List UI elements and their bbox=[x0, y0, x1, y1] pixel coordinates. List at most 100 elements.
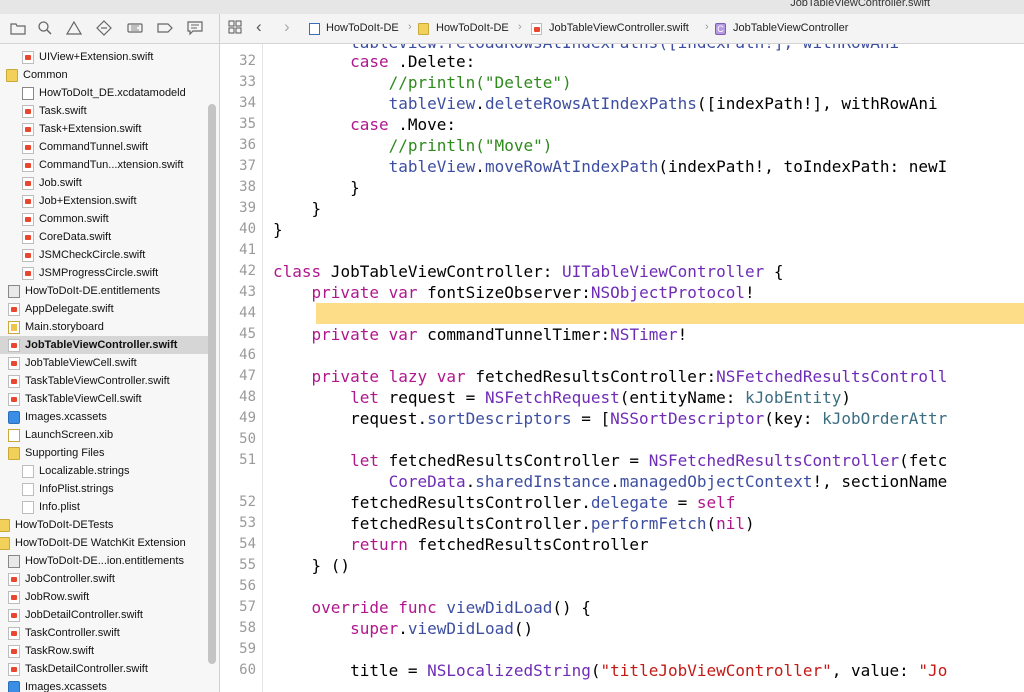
navigator-item[interactable]: TaskController.swift bbox=[0, 624, 210, 642]
jumpbar-crumb-project[interactable]: HowToDoIt-DE bbox=[326, 22, 399, 34]
navigator-item[interactable]: JobTableViewController.swift bbox=[0, 336, 210, 354]
navigator-item[interactable]: Info.plist bbox=[0, 498, 210, 516]
navigator-item[interactable]: HowToDoIt-DE WatchKit Extension bbox=[0, 534, 210, 552]
navigator-item[interactable]: Job.swift bbox=[0, 174, 210, 192]
navigator-item[interactable]: JobTableViewCell.swift bbox=[0, 354, 210, 372]
code-line[interactable]: //println("Delete") bbox=[273, 72, 572, 93]
navigator-item[interactable]: JobDetailController.swift bbox=[0, 606, 210, 624]
navigator-item-label: TaskTableViewController.swift bbox=[25, 375, 170, 387]
code-line[interactable]: } bbox=[273, 219, 283, 240]
navigator-item[interactable]: Common bbox=[0, 66, 210, 84]
navigator-item[interactable]: AppDelegate.swift bbox=[0, 300, 210, 318]
navigator-item[interactable]: Job+Extension.swift bbox=[0, 192, 210, 210]
jumpbar-crumb-class[interactable]: JobTableViewController bbox=[733, 22, 848, 34]
navigator-item[interactable]: CommandTunnel.swift bbox=[0, 138, 210, 156]
code-line[interactable]: } bbox=[273, 198, 322, 219]
navigator-item[interactable]: TaskTableViewCell.swift bbox=[0, 390, 210, 408]
navigator-item[interactable]: TaskDetailController.swift bbox=[0, 660, 210, 678]
navigator-item[interactable]: JobRow.swift bbox=[0, 588, 210, 606]
code-line[interactable]: request.sortDescriptors = [NSSortDescrip… bbox=[273, 408, 947, 429]
navigator-item-label: HowToDoIt-DE...ion.entitlements bbox=[25, 555, 184, 567]
code-line[interactable]: let fetchedResultsController = NSFetched… bbox=[273, 450, 947, 471]
code-line[interactable]: let request = NSFetchRequest(entityName:… bbox=[273, 387, 851, 408]
code-line[interactable]: override func viewDidLoad() { bbox=[273, 597, 591, 618]
navigator-item[interactable]: Supporting Files bbox=[0, 444, 210, 462]
code-line[interactable]: } bbox=[273, 177, 360, 198]
navigator-item-label: CommandTun...xtension.swift bbox=[39, 159, 184, 171]
navigator-item[interactable]: UIView+Extension.swift bbox=[0, 48, 210, 66]
navigator-item[interactable]: JobController.swift bbox=[0, 570, 210, 588]
navigator-item[interactable]: HowToDoIt-DE.entitlements bbox=[0, 282, 210, 300]
report-icon[interactable] bbox=[187, 20, 203, 36]
code-line[interactable]: fetchedResultsController.delegate = self bbox=[273, 492, 735, 513]
navigator-item[interactable]: Images.xcassets bbox=[0, 408, 210, 426]
code-line[interactable]: private var fontSizeObserver:NSObjectPro… bbox=[273, 282, 755, 303]
navigator-item[interactable]: Task+Extension.swift bbox=[0, 120, 210, 138]
navigator-item[interactable]: Localizable.strings bbox=[0, 462, 210, 480]
navigator-item[interactable]: HowToDoIt_DE.xcdatamodeld bbox=[0, 84, 210, 102]
line-number: 36 bbox=[239, 137, 256, 153]
line-number: 55 bbox=[239, 557, 256, 573]
swift-file-icon bbox=[22, 231, 34, 244]
navigator-item[interactable]: Main.storyboard bbox=[0, 318, 210, 336]
line-number: 38 bbox=[239, 179, 256, 195]
navigator-item-label: TaskDetailController.swift bbox=[25, 663, 148, 675]
code-line[interactable]: title = NSLocalizedString("titleJobViewC… bbox=[273, 660, 947, 681]
breakpoint-icon[interactable] bbox=[157, 20, 173, 36]
navigator-item[interactable]: HowToDoIt-DETests bbox=[0, 516, 210, 534]
navigator-item-label: JobTableViewCell.swift bbox=[25, 357, 137, 369]
jumpbar-crumb-group[interactable]: HowToDoIt-DE bbox=[436, 22, 509, 34]
swift-file-icon bbox=[22, 159, 34, 172]
navigator-item[interactable]: TaskRow.swift bbox=[0, 642, 210, 660]
line-number: 50 bbox=[239, 431, 256, 447]
code-line[interactable]: tableView.deleteRowsAtIndexPaths([indexP… bbox=[273, 93, 938, 114]
current-line-highlight bbox=[316, 303, 1024, 324]
chevron-right-icon: › bbox=[408, 21, 412, 33]
navigator-item[interactable]: CoreData.swift bbox=[0, 228, 210, 246]
navigator-scrollbar[interactable] bbox=[208, 104, 216, 664]
folder-icon bbox=[8, 447, 20, 460]
source-editor[interactable]: 32 33 34 35 36 37 38 39 40 41 42 43 44 45 46 47 48 49 50 51… bbox=[220, 44, 1024, 692]
navigator-item-label: Localizable.strings bbox=[39, 465, 130, 477]
navigator-item-label: TaskTableViewCell.swift bbox=[25, 393, 142, 405]
navigator-item-label: LaunchScreen.xib bbox=[25, 429, 114, 441]
navigator-item[interactable]: JSMProgressCircle.swift bbox=[0, 264, 210, 282]
warning-icon[interactable] bbox=[66, 20, 82, 36]
test-diamond-icon[interactable] bbox=[96, 20, 112, 36]
line-number: 32 bbox=[239, 53, 256, 69]
code-line[interactable]: case .Move: bbox=[273, 114, 456, 135]
code-line[interactable]: tableView.moveRowAtIndexPath(indexPath!,… bbox=[273, 156, 948, 177]
navigator-item[interactable]: LaunchScreen.xib bbox=[0, 426, 210, 444]
navigator-item[interactable]: TaskTableViewController.swift bbox=[0, 372, 210, 390]
line-number: 33 bbox=[239, 74, 256, 90]
jumpbar-crumb-file[interactable]: JobTableViewController.swift bbox=[549, 22, 689, 34]
navigator-item[interactable]: JSMCheckCircle.swift bbox=[0, 246, 210, 264]
code-line[interactable]: CoreData.sharedInstance.managedObjectCon… bbox=[273, 471, 948, 492]
navigator-item-label: JSMCheckCircle.swift bbox=[39, 249, 146, 261]
code-line[interactable]: private lazy var fetchedResultsControlle… bbox=[273, 366, 948, 387]
back-button[interactable]: ‹ bbox=[256, 17, 262, 37]
grid-icon[interactable] bbox=[228, 20, 242, 37]
navigator-item[interactable]: HowToDoIt-DE...ion.entitlements bbox=[0, 552, 210, 570]
folder-icon bbox=[6, 69, 18, 82]
navigator-item[interactable]: Task.swift bbox=[0, 102, 210, 120]
code-line[interactable]: class JobTableViewController: UITableVie… bbox=[273, 261, 784, 282]
code-line[interactable]: //println("Move") bbox=[273, 135, 553, 156]
code-line[interactable]: } () bbox=[273, 555, 351, 576]
navigator-item-label: HowToDoIt-DE WatchKit Extension bbox=[15, 537, 186, 549]
forward-button[interactable]: › bbox=[284, 17, 290, 37]
folder-icon[interactable] bbox=[10, 20, 26, 36]
code-line[interactable]: case .Delete: bbox=[273, 51, 475, 72]
code-line[interactable]: super.viewDidLoad() bbox=[273, 618, 533, 639]
navigator-item-label: Common bbox=[23, 69, 68, 81]
navigator-item[interactable]: CommandTun...xtension.swift bbox=[0, 156, 210, 174]
code-line[interactable]: return fetchedResultsController bbox=[273, 534, 649, 555]
search-icon[interactable] bbox=[37, 20, 53, 36]
navigator-item[interactable]: Common.swift bbox=[0, 210, 210, 228]
navigator-item[interactable]: InfoPlist.strings bbox=[0, 480, 210, 498]
navigator-item-label: CoreData.swift bbox=[39, 231, 112, 243]
code-line[interactable]: private var commandTunnelTimer:NSTimer! bbox=[273, 324, 688, 345]
debug-icon[interactable] bbox=[127, 20, 143, 36]
code-line[interactable]: fetchedResultsController.performFetch(ni… bbox=[273, 513, 755, 534]
navigator-item[interactable]: Images.xcassets bbox=[0, 678, 210, 692]
